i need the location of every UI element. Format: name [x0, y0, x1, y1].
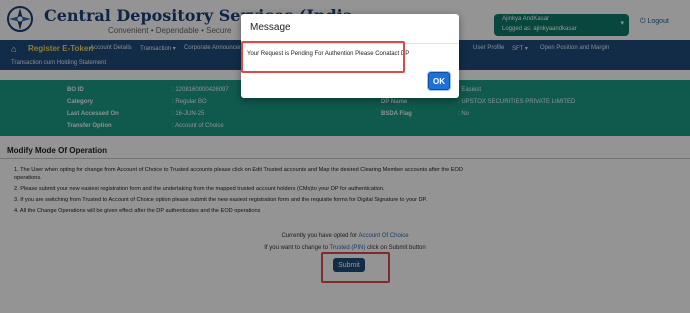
- message-dialog: Message Your Request is Pending For Auth…: [241, 14, 459, 98]
- ok-button[interactable]: OK: [428, 72, 450, 90]
- message-highlight-box: [241, 41, 405, 73]
- dialog-title: Message: [250, 22, 291, 33]
